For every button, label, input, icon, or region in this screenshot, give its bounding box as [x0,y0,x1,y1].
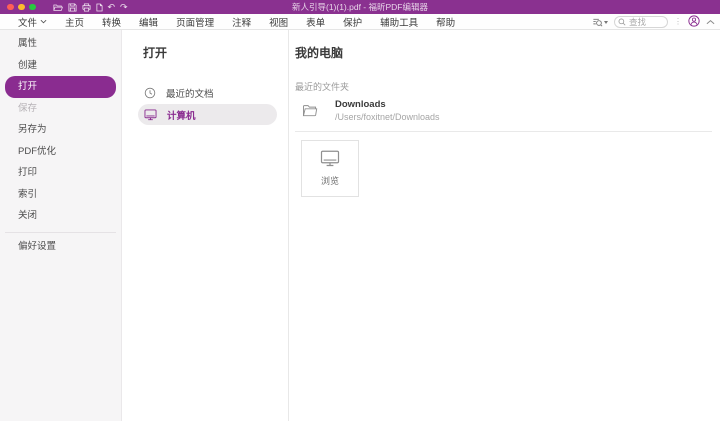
menu-file-label: 文件 [18,15,37,29]
my-computer-panel: 我的电脑 最近的文件夹 Downloads /Users/foxitnet/Do… [289,30,720,421]
monitor-icon [320,150,340,167]
sidebar-divider [5,232,116,233]
open-item-label: 计算机 [167,108,196,122]
sidebar-item-preferences[interactable]: 偏好设置 [5,236,116,258]
sidebar-item-save: 保存 [5,98,116,120]
open-item-label: 最近的文档 [166,86,214,100]
folder-info: Downloads /Users/foxitnet/Downloads [335,99,440,122]
sidebar-item-index[interactable]: 索引 [5,184,116,206]
recent-folders-label: 最近的文件夹 [295,80,712,93]
menu-form[interactable]: 表单 [306,15,325,29]
search-box [614,16,668,28]
folder-path: /Users/foxitnet/Downloads [335,112,440,122]
menubar: 文件 主页 转换 编辑 页面管理 注释 视图 表单 保护 辅助工具 帮助 ⋮ [0,14,720,30]
folder-name: Downloads [335,99,440,110]
clock-icon [144,87,156,99]
backstage-sidebar: 属性 创建 打开 保存 另存为 PDF优化 打印 索引 关闭 偏好设置 [0,30,122,421]
menu-help[interactable]: 帮助 [436,15,455,29]
open-item-computer[interactable]: 计算机 [138,104,277,125]
menu-view[interactable]: 视图 [269,15,288,29]
divider [295,131,712,132]
titlebar: ↶ ↷ 新人引导(1)(1).pdf - 福昕PDF编辑器 [0,0,720,14]
open-panel-title: 打开 [143,44,288,61]
save-icon[interactable] [68,3,77,12]
chevron-up-icon [706,19,715,25]
print-icon[interactable] [82,3,91,12]
person-icon [688,15,700,27]
open-item-recent-documents[interactable]: 最近的文档 [138,82,277,103]
open-location-list: 最近的文档 计算机 [122,82,288,125]
menu-convert[interactable]: 转换 [102,15,121,29]
menu-accessibility-tools[interactable]: 辅助工具 [380,15,418,29]
collapse-ribbon-button[interactable] [706,17,715,28]
sidebar-item-close[interactable]: 关闭 [5,205,116,227]
quick-access-toolbar: ↶ ↷ [53,2,128,12]
browse-label: 浏览 [321,174,339,187]
search-icon [618,18,626,26]
sidebar-item-print[interactable]: 打印 [5,162,116,184]
menu-comment[interactable]: 注释 [232,15,251,29]
account-button[interactable] [688,15,700,30]
menu-protect[interactable]: 保护 [343,15,362,29]
find-replace-icon [592,17,603,28]
sidebar-item-save-as[interactable]: 另存为 [5,119,116,141]
chevron-down-icon [40,19,47,24]
folder-icon [302,103,319,118]
find-dropdown-caret[interactable] [604,21,608,24]
menu-page-management[interactable]: 页面管理 [176,15,214,29]
traffic-lights [0,4,36,11]
menu-file[interactable]: 文件 [18,15,47,29]
open-folder-icon[interactable] [53,3,63,12]
open-panel: 打开 最近的文档 计算机 [122,30,289,421]
recent-folder-row[interactable]: Downloads /Users/foxitnet/Downloads [295,99,712,122]
redo-icon[interactable]: ↷ [120,2,128,12]
sidebar-item-properties[interactable]: 属性 [5,33,116,55]
sidebar-item-open[interactable]: 打开 [5,76,116,98]
minimize-window-button[interactable] [18,4,25,11]
my-computer-title: 我的电脑 [295,44,712,61]
undo-icon[interactable]: ↶ [108,2,116,12]
close-window-button[interactable] [7,4,14,11]
find-replace-button[interactable] [592,17,608,28]
menu-edit[interactable]: 编辑 [139,15,158,29]
menu-home[interactable]: 主页 [65,15,84,29]
sidebar-item-create[interactable]: 创建 [5,55,116,77]
overflow-menu-icon[interactable]: ⋮ [674,18,682,26]
new-document-icon[interactable] [96,3,103,12]
sidebar-item-pdf-optimize[interactable]: PDF优化 [5,141,116,163]
browse-button[interactable]: 浏览 [301,140,359,197]
zoom-window-button[interactable] [29,4,36,11]
menubar-right-controls: ⋮ [592,14,715,30]
computer-icon [144,109,157,121]
